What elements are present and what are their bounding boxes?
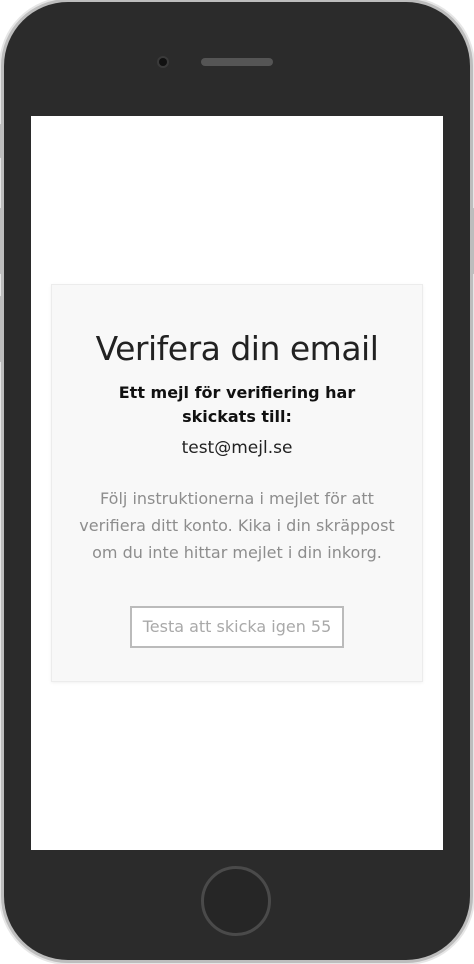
silent-switch [0, 124, 2, 158]
resend-button[interactable]: Testa att skicka igen 55 [130, 606, 344, 648]
volume-down-button [0, 296, 2, 362]
front-camera [159, 58, 167, 66]
earpiece-speaker [201, 58, 273, 66]
email-address: test@mejl.se [181, 438, 293, 458]
instructions-text: Följ instruktionerna i mejlet för att ve… [79, 489, 395, 562]
sent-notice: Ett mejl för verifiering har skickats ti… [118, 383, 356, 426]
phone-frame: Verifera din email Ett mejl för verifier… [0, 2, 474, 960]
volume-up-button [0, 208, 2, 274]
phone-screen: Verifera din email Ett mejl för verifier… [31, 116, 443, 850]
page-title: Verifera din email [95, 329, 379, 368]
home-button-icon[interactable] [201, 866, 271, 936]
verify-email-card: Verifera din email Ett mejl för verifier… [51, 284, 423, 682]
